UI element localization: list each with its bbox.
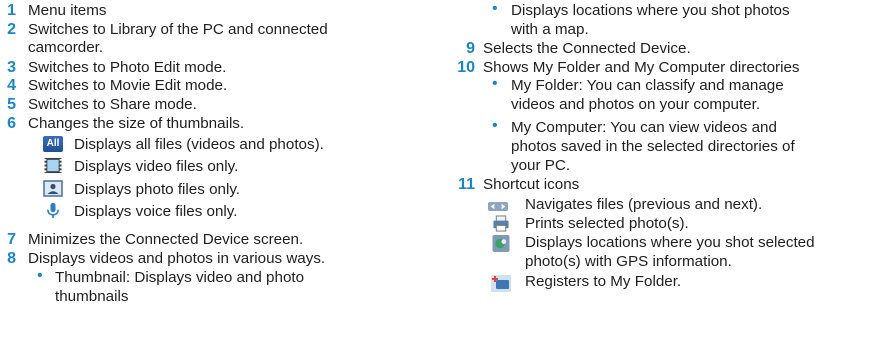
item-text: Minimizes the Connected Device screen. [28, 231, 304, 248]
bullet-icon: • [492, 75, 498, 92]
shortcut-description: Prints selected photo(s). [525, 215, 689, 232]
bullet-text: videos and photos on your computer. [511, 96, 761, 113]
filter-description: Displays all files (videos and photos). [74, 136, 324, 153]
shortcut-description: Registers to My Folder. [525, 273, 682, 290]
register-folder-icon [491, 275, 511, 292]
item-text: camcorder. [28, 39, 104, 56]
item-text: Switches to Share mode. [28, 96, 197, 113]
item-number: 5 [7, 96, 16, 113]
bullet-text: your PC. [511, 157, 571, 174]
filter-description: Displays voice files only. [74, 203, 238, 220]
item-number: 4 [7, 77, 16, 94]
bullet-text: thumbnails [55, 288, 129, 305]
shortcut-description: Displays locations where you shot select… [525, 234, 815, 251]
item-number: 7 [7, 231, 16, 248]
video-files-icon [44, 157, 62, 174]
item-number: 3 [7, 59, 16, 76]
item-text: Menu items [28, 2, 107, 19]
print-icon [493, 215, 509, 232]
item-text: Switches to Movie Edit mode. [28, 77, 228, 94]
item-number: 11 [458, 176, 475, 193]
item-text: Changes the size of thumbnails. [28, 115, 245, 132]
item-text: Selects the Connected Device. [483, 40, 691, 57]
bullet-text: My Folder: You can classify and manage [511, 77, 784, 94]
shortcut-description: photo(s) with GPS information. [525, 253, 732, 270]
item-text: Switches to Library of the PC and connec… [28, 21, 328, 38]
filter-description: Displays photo files only. [74, 181, 241, 198]
item-number: 6 [7, 115, 16, 132]
bullet-text: My Computer: You can view videos and [511, 119, 777, 136]
item-text: Switches to Photo Edit mode. [28, 59, 227, 76]
item-number: 2 [7, 21, 16, 38]
shortcut-description: Navigates files (previous and next). [525, 196, 763, 213]
item-number: 8 [7, 250, 16, 267]
filter-description: Displays video files only. [74, 158, 239, 175]
bullet-icon: • [492, 0, 498, 17]
bullet-icon: • [37, 267, 43, 284]
item-text: Shows My Folder and My Computer director… [483, 59, 800, 76]
item-number: 1 [7, 2, 16, 19]
bullet-icon: • [492, 117, 498, 134]
gps-location-icon [492, 235, 510, 252]
bullet-text: Displays locations where you shot photos [511, 2, 790, 19]
all-files-icon: All [43, 136, 63, 152]
voice-files-icon [47, 202, 59, 219]
bullet-text: with a map. [511, 21, 589, 38]
item-text: Shortcut icons [483, 176, 580, 193]
bullet-text: Thumbnail: Displays video and photo [55, 269, 305, 286]
item-number: 10 [457, 59, 475, 76]
item-number: 9 [466, 40, 475, 57]
photo-files-icon [43, 180, 63, 197]
item-text: Displays videos and photos in various wa… [28, 250, 326, 267]
bullet-text: photos saved in the selected directories… [511, 138, 795, 155]
all-files-icon-label: All [46, 138, 60, 149]
navigate-icon [488, 201, 508, 212]
